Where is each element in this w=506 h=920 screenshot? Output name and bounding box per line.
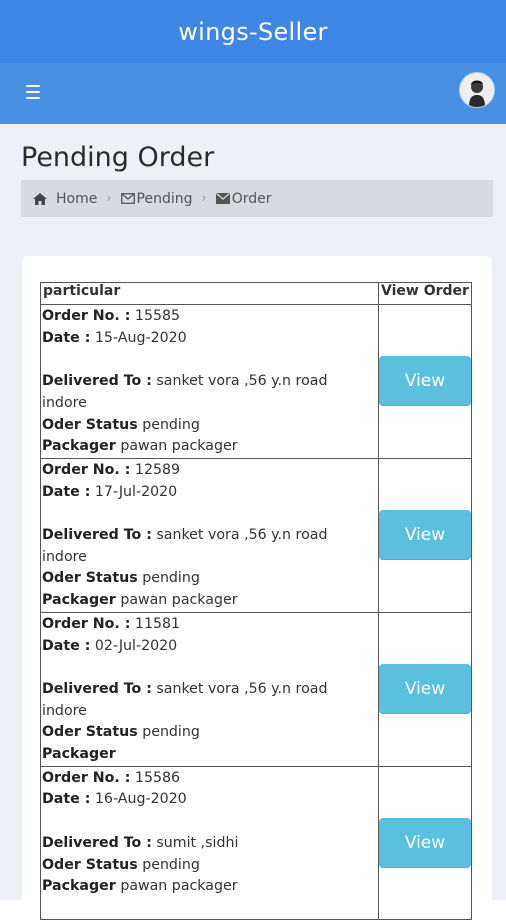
chevron-right-icon: › <box>106 191 112 206</box>
status-label: Oder Status <box>42 570 138 587</box>
delivered-to-value: sumit ,sidhi <box>156 834 239 851</box>
breadcrumb-order[interactable]: Order <box>215 190 272 207</box>
envelope-icon <box>215 193 230 204</box>
order-no-label: Order No. : <box>42 769 131 786</box>
delivered-to-value: sanket vora ,56 y.n road <box>156 527 328 543</box>
date-label: Date : <box>42 791 91 808</box>
home-icon <box>33 192 47 205</box>
app-title: wings-Seller <box>178 17 328 46</box>
order-no-value: 11581 <box>134 615 181 632</box>
delivered-city: indore <box>42 548 87 565</box>
breadcrumb-home[interactable]: Home <box>33 191 97 207</box>
delivered-to-value: sanket vora ,56 y.n road <box>156 680 328 697</box>
date-label: Date : <box>42 483 91 500</box>
view-cell: View <box>378 765 472 920</box>
packager-value: pawan packager <box>120 438 238 455</box>
brand-header: wings-Seller <box>0 0 506 63</box>
breadcrumb-order-label: Order <box>231 190 272 207</box>
status-label: Oder Status <box>42 856 138 873</box>
view-order-button[interactable]: View <box>379 817 471 868</box>
chevron-right-icon: › <box>201 191 207 206</box>
packager-label: Packager <box>42 592 116 609</box>
user-avatar-icon <box>460 73 494 107</box>
packager-value: pawan packager <box>120 592 238 609</box>
hamburger-icon[interactable] <box>26 85 40 99</box>
delivered-to-value: sanket vora ,56 y.n road <box>156 373 328 390</box>
order-no-label: Order No. : <box>42 615 131 632</box>
date-value: 02-Jul-2020 <box>94 637 178 654</box>
delivered-to-label: Delivered To : <box>42 680 152 697</box>
table-row: Order No. : 11581 Date : 02-Jul-2020 Del… <box>40 611 472 767</box>
status-value: pending <box>142 724 200 741</box>
delivered-city: indore <box>42 702 87 719</box>
delivered-city: indore <box>42 394 87 411</box>
page-title: Pending Order <box>21 142 215 173</box>
packager-value: pawan packager <box>120 878 238 895</box>
order-no-value: 15586 <box>134 769 181 786</box>
envelope-outline-icon <box>120 193 135 204</box>
view-cell: View <box>378 611 472 767</box>
delivered-to-label: Delivered To : <box>42 527 152 543</box>
column-header-view-order: View Order <box>378 282 472 305</box>
breadcrumb-pending-label: Pending <box>136 190 193 207</box>
packager-label: Packager <box>42 438 116 455</box>
order-details: Order No. : 11581 Date : 02-Jul-2020 Del… <box>40 611 379 767</box>
date-value: 15-Aug-2020 <box>94 329 187 346</box>
user-avatar[interactable] <box>460 73 494 107</box>
view-order-button[interactable]: View <box>379 510 471 561</box>
top-nav-bar <box>0 63 506 124</box>
order-details: Order No. : 15585 Date : 15-Aug-2020 Del… <box>40 304 379 459</box>
view-cell: View <box>378 457 472 613</box>
table-row: Order No. : 15586 Date : 16-Aug-2020 Del… <box>40 765 472 920</box>
order-no-value: 12589 <box>134 461 181 478</box>
table-row: Order No. : 12589 Date : 17-Jul-2020 Del… <box>40 457 472 613</box>
order-no-value: 15585 <box>134 308 181 324</box>
view-cell: View <box>378 304 472 459</box>
status-value: pending <box>142 570 200 587</box>
breadcrumb: Home › Pending › Order <box>21 180 493 217</box>
packager-label: Packager <box>42 878 116 895</box>
date-label: Date : <box>42 637 91 654</box>
packager-label: Packager <box>42 746 116 763</box>
status-label: Oder Status <box>42 416 138 433</box>
column-header-particular: particular <box>40 282 379 305</box>
order-details: Order No. : 15586 Date : 16-Aug-2020 Del… <box>40 765 379 920</box>
status-label: Oder Status <box>42 724 138 741</box>
breadcrumb-pending[interactable]: Pending <box>120 190 193 207</box>
table-row: Order No. : 15585 Date : 15-Aug-2020 Del… <box>40 304 472 459</box>
breadcrumb-home-label: Home <box>56 190 98 207</box>
view-order-button[interactable]: View <box>379 356 471 407</box>
delivered-to-label: Delivered To : <box>42 373 152 390</box>
order-details: Order No. : 12589 Date : 17-Jul-2020 Del… <box>40 457 379 613</box>
view-order-button[interactable]: View <box>379 664 471 715</box>
delivered-to-label: Delivered To : <box>42 834 152 851</box>
date-value: 17-Jul-2020 <box>94 483 178 500</box>
date-value: 16-Aug-2020 <box>94 791 187 808</box>
status-value: pending <box>142 416 200 433</box>
date-label: Date : <box>42 329 91 346</box>
status-value: pending <box>142 856 200 873</box>
orders-table: particular View Order Order No. : 15585 … <box>40 282 472 920</box>
order-no-label: Order No. : <box>42 308 131 324</box>
order-no-label: Order No. : <box>42 461 131 478</box>
